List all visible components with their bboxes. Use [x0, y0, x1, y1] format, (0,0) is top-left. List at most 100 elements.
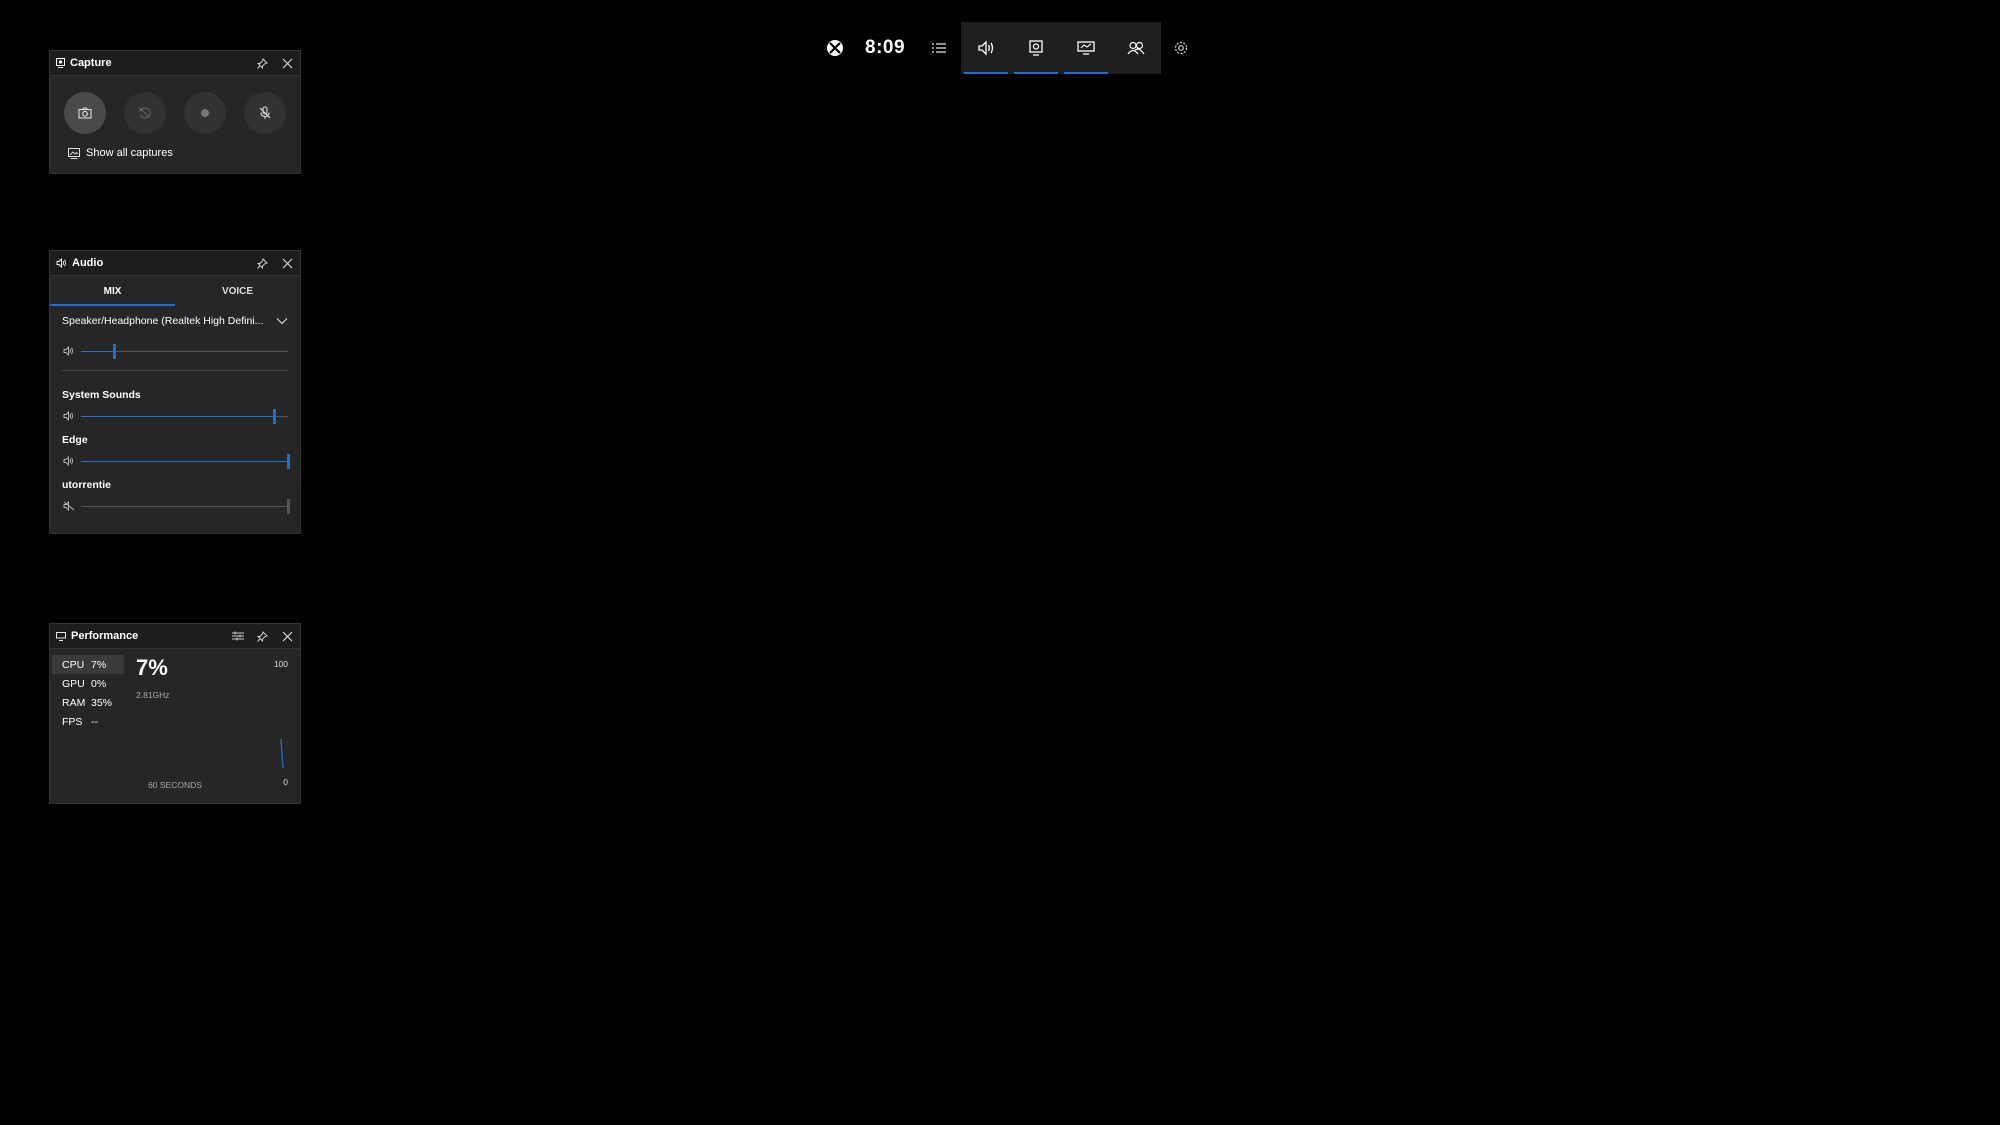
slider-fill [81, 415, 274, 417]
pin-button[interactable] [250, 51, 275, 75]
metric-fps[interactable]: FPS -- [52, 712, 124, 731]
capture-widget: Capture Show all captures [49, 50, 301, 174]
slider-fill [81, 350, 115, 352]
metric-value: -- [91, 715, 98, 728]
metric-label: RAM [62, 696, 86, 709]
audio-tabs: MIX VOICE [50, 276, 300, 306]
close-icon [282, 258, 293, 268]
widget-toggle-group [961, 22, 1161, 74]
metric-label: GPU [62, 677, 85, 690]
metric-label: FPS [62, 715, 83, 728]
metric-list: CPU 7% GPU 0% RAM 35% FPS -- [52, 655, 124, 731]
performance-icon [56, 631, 66, 641]
metric-gpu[interactable]: GPU 0% [52, 674, 124, 693]
slider-fill [81, 460, 288, 462]
volume-icon[interactable] [62, 456, 76, 466]
divider [62, 370, 288, 371]
speaker-icon [56, 258, 66, 268]
mic-toggle-button[interactable] [244, 92, 286, 134]
audio-icon [978, 40, 994, 56]
tab-mix[interactable]: MIX [50, 276, 175, 306]
capture-header[interactable]: Capture [50, 51, 300, 76]
pin-icon [257, 57, 268, 69]
show-all-captures-link[interactable]: Show all captures [50, 134, 300, 159]
record-button[interactable] [184, 92, 226, 134]
record-last-icon [139, 107, 151, 119]
app-name-edge: Edge [62, 434, 88, 446]
audio-widget: Audio MIX VOICE Speaker/Headphone (Realt… [49, 250, 301, 534]
close-icon [282, 58, 293, 68]
current-usage: 7% [136, 655, 168, 680]
performance-widget: Performance CPU 7% GPU 0% RAM 35% FPS --… [49, 623, 301, 804]
slider-thumb[interactable] [287, 453, 290, 469]
master-volume-slider[interactable] [81, 343, 288, 359]
output-device-name: Speaker/Headphone (Realtek High Defini..… [62, 315, 264, 327]
usage-graph [280, 738, 284, 769]
xbox-icon[interactable] [823, 36, 847, 60]
game-bar: 8:09 [823, 22, 1199, 74]
graph-min-label: 0 [283, 777, 288, 787]
close-button[interactable] [275, 251, 300, 275]
metric-cpu[interactable]: CPU 7% [52, 655, 124, 674]
capture-icon [56, 58, 65, 68]
master-volume-row [50, 336, 300, 366]
volume-icon[interactable] [62, 346, 76, 356]
close-button[interactable] [275, 51, 300, 75]
gallery-icon [68, 147, 80, 159]
edge-volume-slider[interactable] [81, 453, 290, 469]
social-icon [1127, 41, 1145, 55]
slider-thumb[interactable] [287, 498, 290, 514]
screenshot-button[interactable] [64, 92, 106, 134]
capture-icon [1029, 40, 1043, 56]
muted-speaker-icon[interactable] [62, 501, 76, 511]
widget-menu-button[interactable] [927, 22, 951, 74]
settings-button[interactable] [1163, 22, 1199, 74]
clock: 8:09 [865, 37, 906, 58]
chevron-down-icon [276, 318, 288, 325]
app-name-system-sounds: System Sounds [62, 389, 141, 401]
sliders-icon [231, 631, 244, 641]
performance-header[interactable]: Performance [50, 624, 300, 649]
performance-title: Performance [71, 630, 139, 642]
performance-widget-button[interactable] [1061, 22, 1111, 74]
performance-icon [1077, 41, 1095, 55]
metric-label: CPU [62, 658, 85, 671]
graph-time-label: 60 SECONDS [148, 780, 202, 790]
capture-buttons [50, 76, 300, 134]
app-name-utorrentie: utorrentie [62, 479, 112, 491]
social-widget-button[interactable] [1111, 22, 1161, 74]
pin-button[interactable] [250, 624, 275, 648]
output-device-dropdown[interactable]: Speaker/Headphone (Realtek High Defini..… [50, 306, 300, 336]
show-all-captures-label: Show all captures [86, 147, 173, 159]
performance-options-button[interactable] [225, 624, 250, 648]
capture-widget-button[interactable] [1011, 22, 1061, 74]
metric-value: 7% [91, 658, 107, 671]
mic-off-icon [259, 106, 271, 119]
pin-icon [257, 257, 268, 269]
performance-body: CPU 7% GPU 0% RAM 35% FPS -- 7% 2.81GHz … [50, 649, 300, 805]
audio-title: Audio [72, 257, 104, 269]
volume-icon[interactable] [62, 411, 76, 421]
utorrentie-volume-slider[interactable] [81, 498, 290, 514]
record-last-button[interactable] [124, 92, 166, 134]
graph-max-label: 100 [273, 659, 288, 669]
system-sounds-volume-slider[interactable] [81, 408, 288, 424]
capture-title: Capture [70, 57, 112, 69]
audio-header[interactable]: Audio [50, 251, 300, 276]
usage-line [280, 738, 284, 769]
app-volume-row [50, 494, 300, 518]
tab-voice[interactable]: VOICE [175, 276, 300, 306]
close-icon [282, 631, 293, 641]
pin-icon [257, 630, 268, 642]
metric-value: 35% [91, 696, 113, 709]
close-button[interactable] [275, 624, 300, 648]
widget-menu-icon [932, 43, 946, 53]
slider-thumb[interactable] [113, 343, 117, 359]
record-icon [201, 109, 209, 117]
audio-widget-button[interactable] [961, 22, 1011, 74]
slider-thumb[interactable] [272, 408, 276, 424]
app-volume-row [50, 404, 300, 428]
cpu-frequency: 2.81GHz [136, 690, 170, 700]
pin-button[interactable] [250, 251, 275, 275]
metric-ram[interactable]: RAM 35% [52, 693, 124, 712]
